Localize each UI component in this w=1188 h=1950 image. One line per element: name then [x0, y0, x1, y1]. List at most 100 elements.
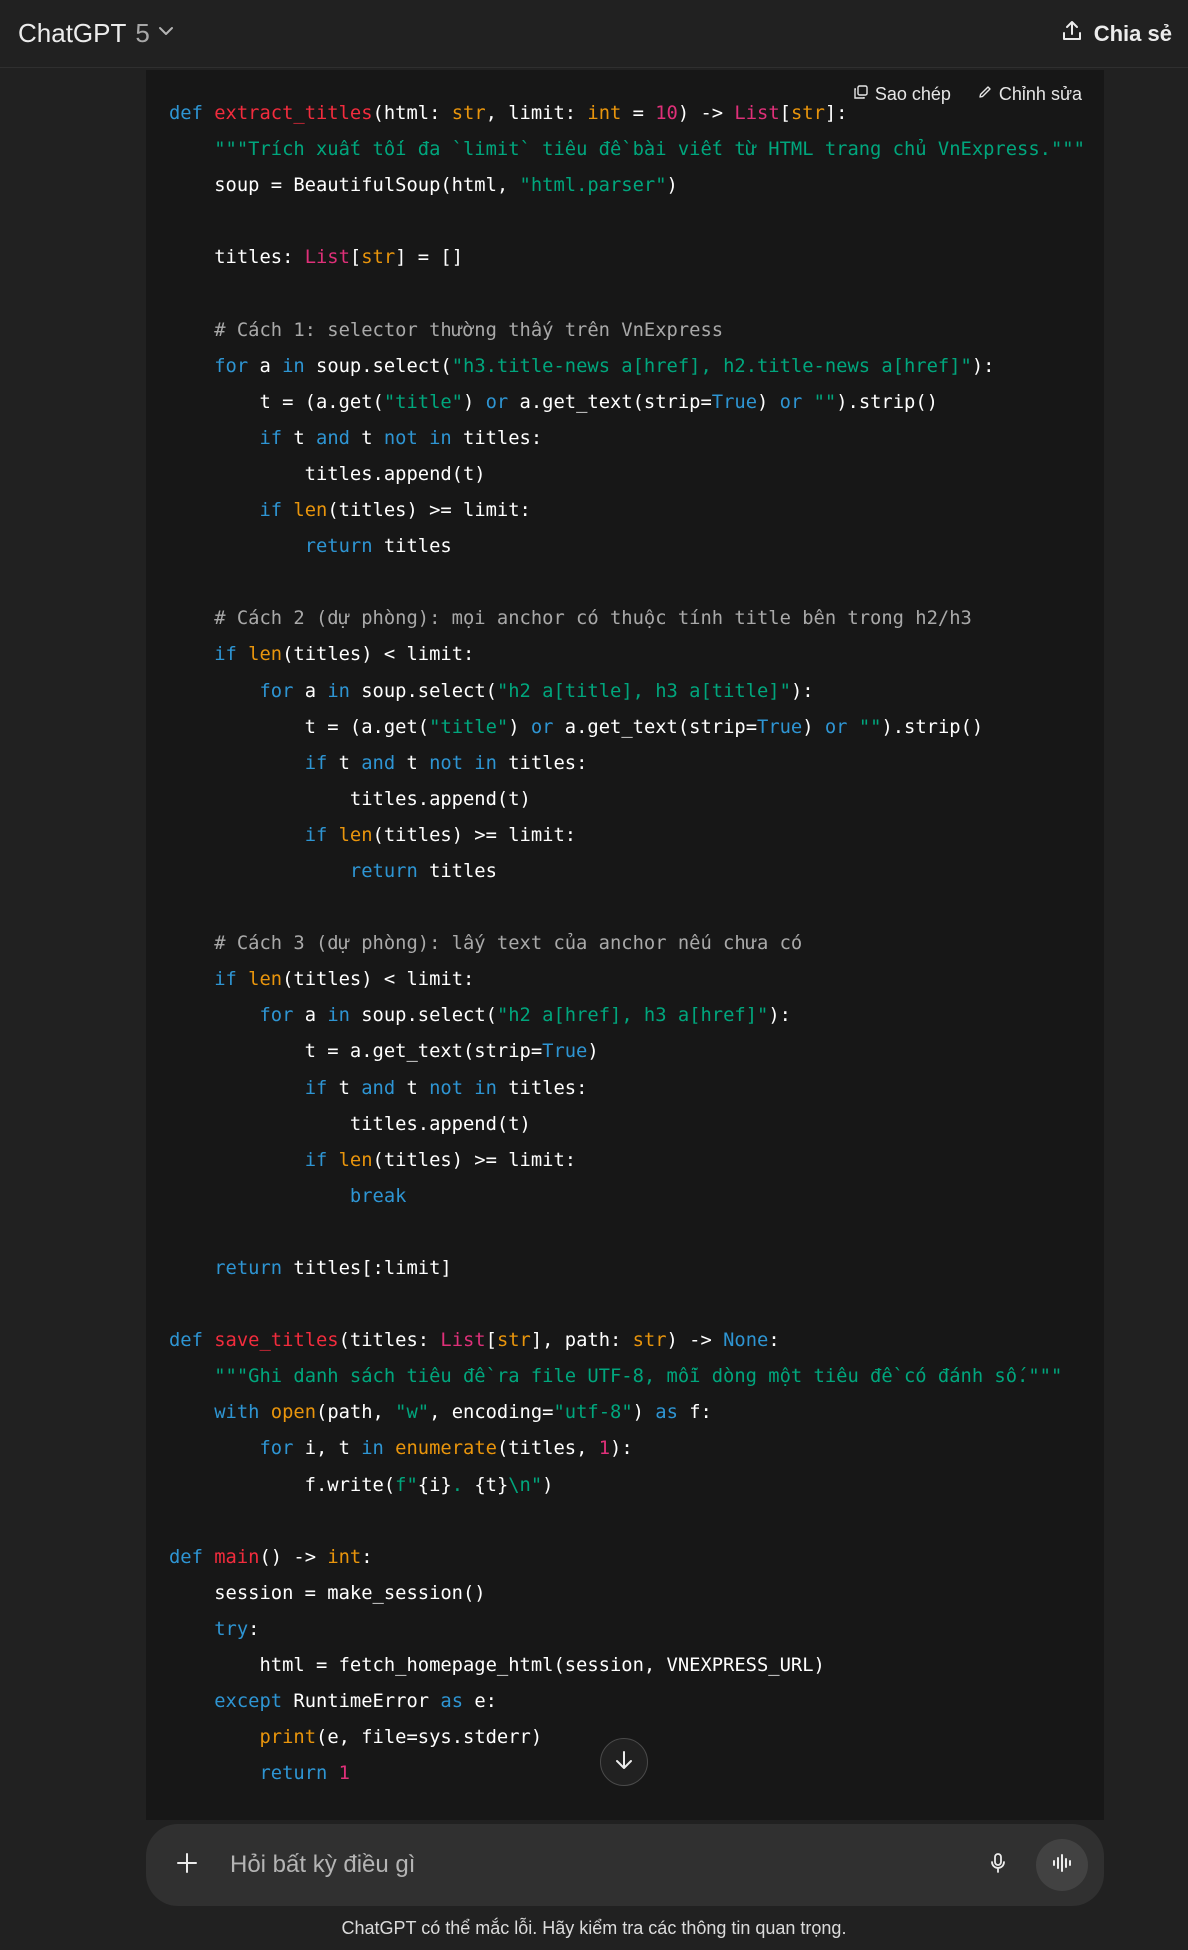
copy-code-button[interactable]: Sao chép: [853, 84, 951, 105]
code-line: with open(path, "w", encoding="utf-8") a…: [169, 1395, 1085, 1431]
microphone-icon: [986, 1851, 1010, 1880]
code-token: 10: [655, 103, 678, 124]
edit-code-button[interactable]: Chỉnh sửa: [977, 84, 1082, 105]
share-button[interactable]: Chia sẻ: [1060, 19, 1172, 48]
code-line: soup = BeautifulSoup(html, "html.parser"…: [169, 168, 1085, 204]
code-token: str: [361, 247, 396, 269]
code-content: def extract_titles(html: str, limit: int…: [169, 96, 1085, 1792]
code-token: main: [214, 1546, 260, 1568]
code-token: a.get_text(strip=: [508, 391, 712, 413]
code-token: as: [440, 1691, 464, 1713]
code-token: print: [259, 1727, 317, 1749]
code-token: if: [214, 644, 237, 666]
code-token: "": [858, 716, 882, 738]
code-line: return titles: [169, 854, 1085, 890]
code-token: a: [293, 1005, 328, 1027]
code-token: if: [304, 1077, 328, 1099]
code-token: , encoding=: [429, 1402, 554, 1424]
code-block: def extract_titles(html: str, limit: int…: [146, 70, 1104, 1820]
code-token: or: [824, 716, 848, 738]
code-token: ): [542, 1474, 554, 1496]
code-token: soup.select(: [349, 1005, 497, 1027]
code-token: "h2 a[title], h3 a[title]": [496, 680, 791, 702]
code-token: titles:: [496, 1077, 588, 1099]
code-token: # Cách 2 (dự phòng): mọi anchor có thuộc…: [169, 608, 972, 630]
code-token: t: [395, 752, 430, 774]
code-token: """Ghi danh sách tiêu đề ra file UTF-8, …: [214, 1366, 1063, 1388]
code-token: break: [349, 1185, 407, 1207]
code-token: not in: [383, 427, 452, 449]
code-token: (titles) >= limit:: [372, 1149, 577, 1171]
code-token: titles:: [496, 752, 588, 774]
attach-button[interactable]: [172, 1850, 202, 1880]
code-line: f.write(f"{i}. {t}\n"): [169, 1468, 1085, 1504]
code-token: str: [451, 103, 486, 124]
code-token: "utf-8": [553, 1402, 633, 1424]
arrow-down-icon: [613, 1749, 635, 1776]
code-token: (e, file=sys.stderr): [316, 1727, 543, 1749]
code-token: ) ->: [677, 103, 735, 124]
code-token: if: [304, 752, 328, 774]
code-token: soup = BeautifulSoup(html,: [169, 175, 520, 197]
code-line: if len(titles) >= limit:: [169, 818, 1085, 854]
code-token: (html:: [372, 103, 452, 124]
code-token: t: [327, 1077, 362, 1099]
code-token: titles:: [169, 247, 305, 269]
code-token: len: [248, 644, 283, 666]
dictate-button[interactable]: [978, 1845, 1018, 1885]
code-token: List: [734, 103, 780, 124]
code-token: :: [768, 1330, 780, 1352]
code-token: List: [304, 247, 350, 269]
scroll-to-bottom-button[interactable]: [600, 1738, 648, 1786]
code-token: {i}: [417, 1474, 452, 1496]
code-token: (titles) >= limit:: [372, 824, 577, 846]
code-token: ): [463, 391, 486, 413]
code-token: ).strip(): [881, 716, 984, 738]
code-line: t = (a.get("title") or a.get_text(strip=…: [169, 710, 1085, 746]
code-line: if len(titles) < limit:: [169, 637, 1085, 673]
code-token: , limit:: [485, 103, 588, 124]
code-token: [: [779, 103, 791, 124]
code-token: (titles) < limit:: [282, 969, 475, 991]
code-token: # Cách 1: selector thường thấy trên VnEx…: [169, 319, 724, 341]
model-selector[interactable]: ChatGPT 5: [18, 18, 175, 49]
code-line: if len(titles) < limit:: [169, 962, 1085, 998]
code-token: .: [451, 1474, 475, 1496]
code-token: True: [542, 1041, 588, 1063]
code-token: List: [440, 1330, 486, 1352]
code-line: for a in soup.select("h2 a[href], h3 a[h…: [169, 998, 1085, 1034]
code-token: len: [293, 500, 328, 522]
copy-icon: [853, 84, 869, 105]
code-token: ): [587, 1041, 599, 1063]
code-token: ): [632, 1402, 656, 1424]
code-token: open: [270, 1402, 317, 1424]
code-token: =: [621, 103, 656, 124]
code-token: not in: [429, 752, 497, 774]
prompt-input[interactable]: [230, 1845, 978, 1885]
code-token: i, t: [293, 1438, 362, 1460]
code-token: len: [338, 824, 373, 846]
code-token: titles.append(t): [169, 1113, 531, 1135]
share-icon: [1060, 19, 1084, 48]
code-token: ) ->: [666, 1330, 724, 1352]
code-token: t: [282, 427, 317, 449]
code-line: # Cách 1: selector thường thấy trên VnEx…: [169, 313, 1085, 349]
code-token: "title": [429, 716, 509, 738]
code-token: and: [316, 427, 350, 449]
voice-mode-button[interactable]: [1036, 1839, 1088, 1891]
